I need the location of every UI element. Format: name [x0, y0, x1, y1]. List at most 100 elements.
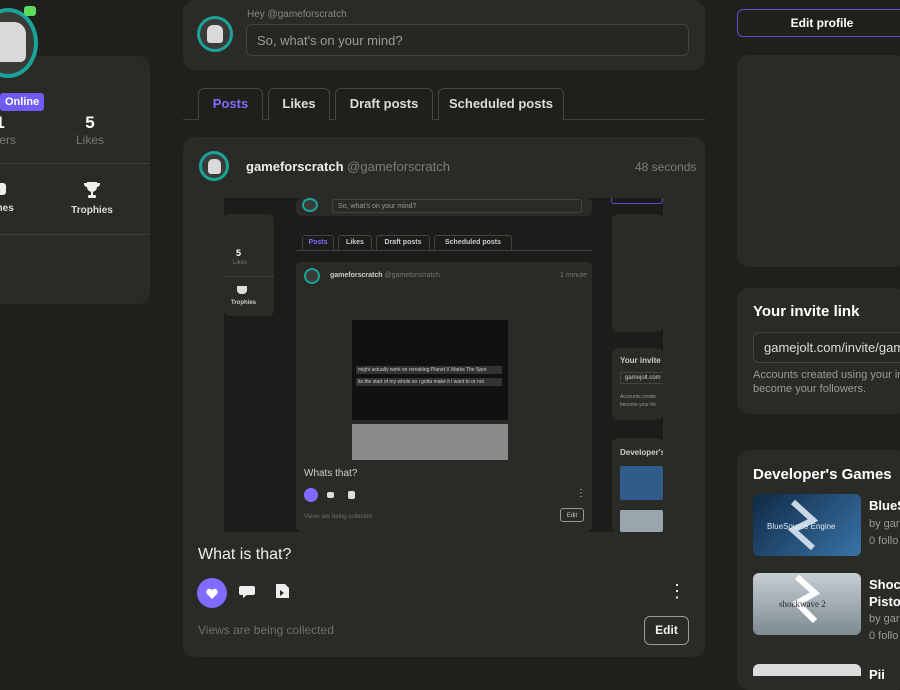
embedded-post-title: Whats that? [304, 468, 358, 479]
embedded-invite-input: gamejolt.com [620, 372, 663, 384]
embedded-chat-line-2: its the start of my whole so i gotta mak… [356, 378, 502, 386]
post-author-handle: @gameforscratch [347, 159, 450, 174]
embedded-invite-card: Your invite gamejolt.com Accounts create… [612, 348, 663, 420]
embedded-game-thumb-1 [620, 466, 663, 500]
game-thumb-bluesource[interactable]: BlueSource Engine [753, 494, 861, 556]
post-title: What is that? [198, 546, 292, 563]
gamepad-icon [0, 183, 6, 195]
embedded-dev-games-heading: Developer's [620, 448, 663, 457]
embedded-more-icon: ⋮ [576, 488, 586, 499]
comment-button[interactable] [239, 584, 257, 605]
comment-icon [239, 586, 255, 598]
tab-scheduled-posts[interactable]: Scheduled posts [438, 88, 564, 120]
embedded-post-avatar [304, 268, 320, 284]
invite-note-line-1: Accounts created using your invite [753, 369, 900, 381]
online-badge: Online [0, 93, 45, 111]
embedded-tabs: Posts Likes Draft posts Scheduled posts [296, 231, 592, 251]
embedded-share-icon [348, 491, 355, 499]
tab-draft-posts[interactable]: Draft posts [335, 88, 433, 120]
embedded-composer-avatar [302, 198, 318, 212]
invite-note-line-2: become your followers. [753, 383, 867, 395]
embedded-tab-draft-posts: Draft posts [376, 235, 430, 251]
sticker-icon [276, 584, 289, 598]
developer-games-card [737, 450, 900, 690]
post-image[interactable]: So, what's on your mind? 5 Likes Trophie… [224, 198, 663, 532]
embedded-composer: So, what's on your mind? [296, 198, 592, 216]
embedded-author-handle: @gameforscratch [384, 272, 440, 279]
developer-games-heading: Developer's Games [753, 466, 892, 483]
followers-stat[interactable]: 1 owers [0, 113, 20, 147]
games-label: ames [0, 203, 14, 214]
embedded-chat-image: might actually work on remaking Planet X… [352, 320, 508, 420]
like-button[interactable] [197, 578, 227, 608]
game-title-shockwave-line-2[interactable]: Pistol [869, 594, 900, 609]
embedded-post-author: gameforscratch @gameforscratch [330, 272, 440, 279]
post-avatar[interactable] [199, 151, 229, 181]
game-title-bluesource[interactable]: BlueS [869, 498, 900, 513]
embedded-divider [224, 276, 274, 277]
embedded-chat-line-1: might actually work on remaking Planet X… [356, 366, 502, 374]
likes-stat[interactable]: 5 Likes [70, 113, 110, 147]
likes-count: 5 [85, 113, 95, 132]
right-top-card [737, 55, 900, 267]
likes-label: Likes [75, 133, 104, 147]
embedded-right-card [612, 214, 663, 332]
trophy-icon [84, 182, 100, 198]
embedded-left-card: 5 Likes Trophies [224, 214, 274, 316]
embedded-likes-count: 5 [236, 248, 242, 258]
game-title-third[interactable]: Pii [869, 667, 885, 682]
embedded-tab-scheduled-posts: Scheduled posts [434, 235, 512, 251]
links-divider [0, 234, 150, 235]
edit-profile-button[interactable]: Edit profile [737, 9, 900, 37]
post-author[interactable]: gameforscratch @gameforscratch [246, 159, 450, 174]
views-notice: Views are being collected [198, 623, 334, 637]
embedded-trophies-label: Trophies [231, 300, 257, 306]
game-by-bluesource: by gar [869, 518, 900, 530]
embedded-trophy-icon [237, 286, 247, 294]
embedded-edit-profile [611, 198, 663, 204]
embedded-tab-posts: Posts [302, 235, 334, 251]
composer-avatar[interactable] [197, 16, 233, 52]
embedded-tab-likes: Likes [338, 235, 372, 251]
stats-divider [0, 163, 150, 164]
embedded-like-button [304, 488, 318, 502]
more-options-icon[interactable]: ⋮ [668, 582, 686, 600]
tab-likes[interactable]: Likes [268, 88, 330, 120]
composer-greeting: Hey @gameforscratch [247, 9, 347, 20]
game-thumb-third[interactable] [753, 664, 861, 676]
post-author-name: gameforscratch [246, 159, 344, 174]
tab-posts[interactable]: Posts [198, 88, 263, 120]
game-title-shockwave[interactable]: Shock [869, 577, 900, 592]
game-thumb-text-shockwave: shockwave 2 [779, 599, 826, 609]
sticker-button[interactable] [274, 582, 290, 605]
trophies-label: Trophies [71, 205, 113, 216]
game-follows-bluesource: 0 follo [869, 535, 899, 547]
embedded-views: Views are being collected [304, 514, 372, 520]
followers-label: owers [0, 133, 16, 147]
embedded-game-thumb-2 [620, 510, 663, 532]
embedded-room-image [352, 424, 508, 460]
embedded-likes-label: Likes [233, 260, 248, 266]
trophies-link[interactable]: Trophies [70, 180, 114, 216]
followers-count: 1 [0, 113, 20, 133]
embedded-author-name: gameforscratch [330, 272, 383, 279]
embedded-invite-note-2: become your fol [620, 402, 656, 408]
game-by-shockwave: by gar [869, 613, 900, 625]
invite-heading: Your invite link [753, 303, 860, 320]
embedded-edit-button: Edit [560, 508, 584, 522]
game-follows-shockwave: 0 follo [869, 630, 899, 642]
game-thumb-text-bluesource: BlueSource Engine [767, 522, 836, 531]
games-link[interactable]: ames [0, 180, 22, 214]
heart-icon [206, 588, 218, 599]
edit-post-button[interactable]: Edit [644, 616, 689, 645]
game-thumb-shockwave[interactable]: shockwave 2 [753, 573, 861, 635]
embedded-post: gameforscratch @gameforscratch 1 minute … [296, 262, 592, 532]
invite-link-input[interactable]: gamejolt.com/invite/gameforscratch [753, 332, 900, 363]
embedded-comment-icon [327, 492, 334, 498]
embedded-invite-note-1: Accounts create [620, 394, 656, 400]
embedded-composer-input: So, what's on your mind? [332, 199, 582, 213]
embedded-post-time: 1 minute [560, 272, 587, 279]
composer-input[interactable]: So, what's on your mind? [246, 24, 689, 56]
embedded-dev-games-card: Developer's [612, 438, 663, 532]
post-timestamp: 48 seconds [635, 160, 697, 174]
